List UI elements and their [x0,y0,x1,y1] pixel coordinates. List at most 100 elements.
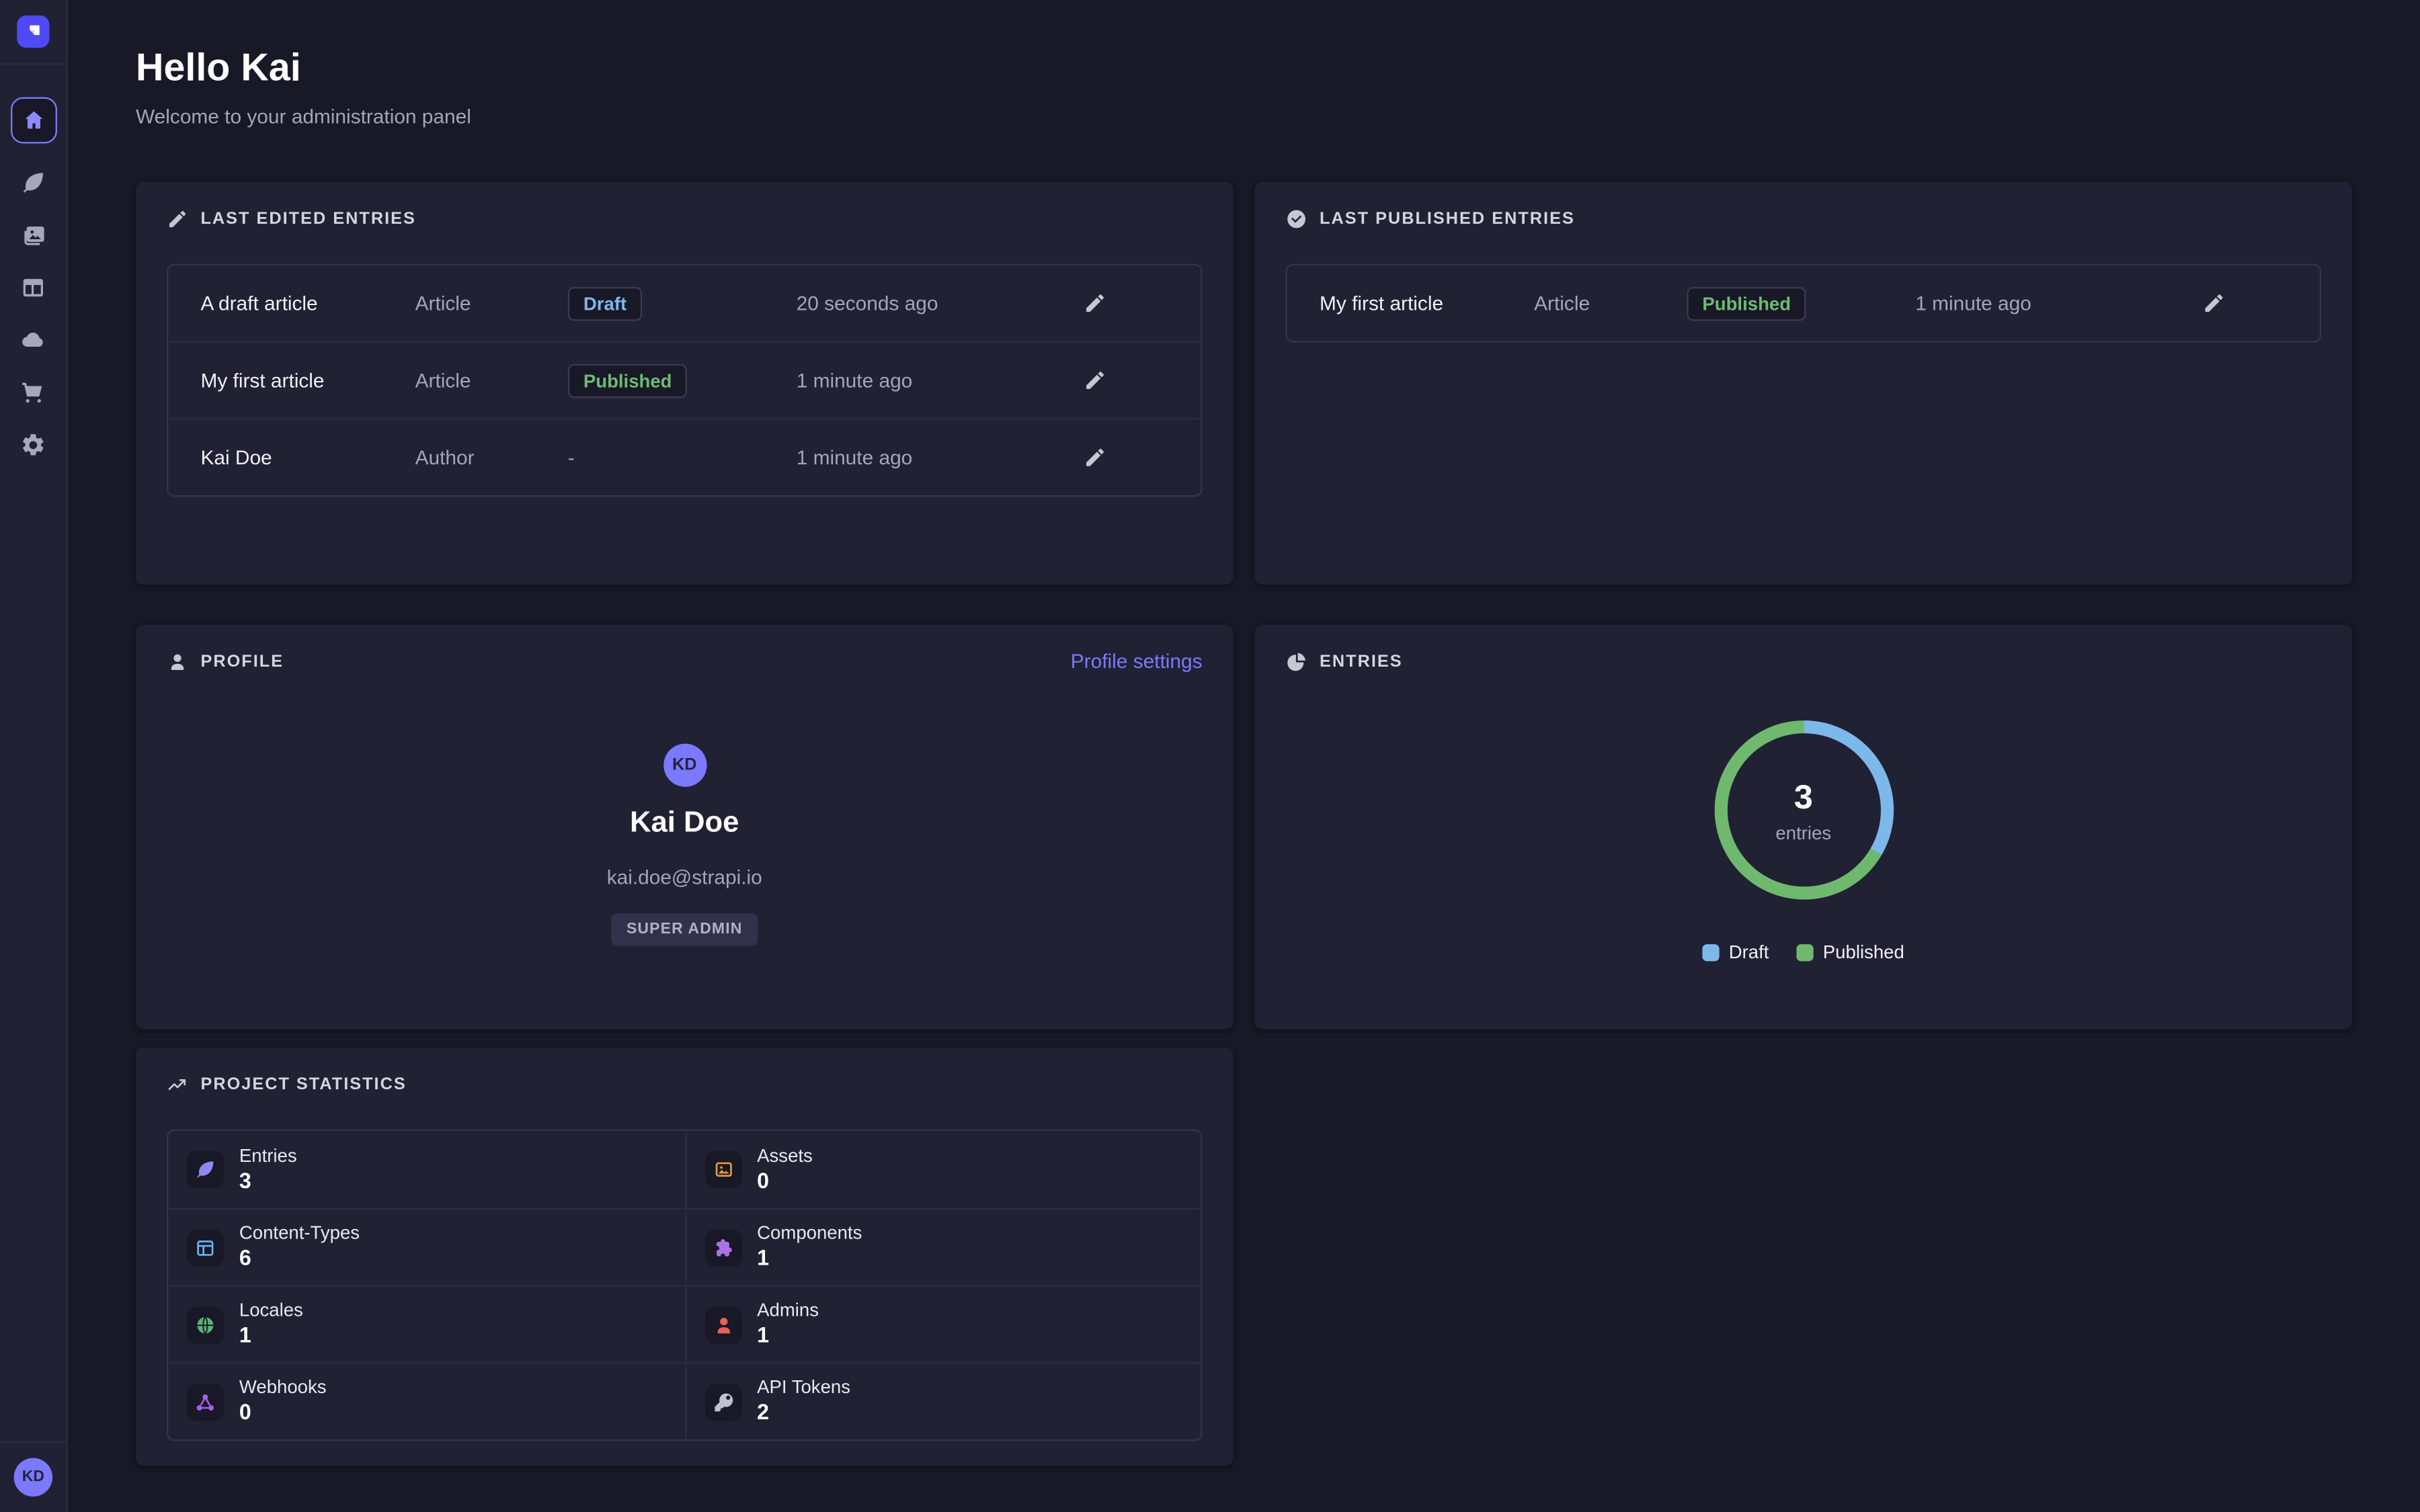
stat-admins: Admins1 [684,1286,1201,1363]
stats-grid: Entries3 Assets0 Content-Types6 Componen… [167,1130,1203,1441]
status-badge: Draft [568,286,642,321]
stat-value: 1 [757,1322,819,1349]
table-row: A draft article Article Draft 20 seconds… [168,265,1201,341]
sidebar-item-media-library[interactable] [20,222,46,249]
profile-card: PROFILE Profile settings KD Kai Doe kai.… [136,625,1233,1030]
sidebar-item-marketplace[interactable] [20,380,46,406]
table-row: My first article Article Published 1 min… [1287,265,2320,341]
cloud-icon [20,327,46,353]
entries-card: ENTRIES 3 entries Draft [1255,625,2352,1030]
stat-label: API Tokens [757,1377,850,1400]
stat-label: Components [757,1222,862,1245]
donut-center: 3 entries [1703,710,1904,910]
user-avatar[interactable]: KD [14,1458,52,1497]
last-published-entries-card: LAST PUBLISHED ENTRIES My first article … [1255,182,2352,585]
card-title: LAST PUBLISHED ENTRIES [1320,210,1575,228]
profile-body: KD Kai Doe kai.doe@strapi.io SUPER ADMIN [167,744,1203,946]
stat-label: Assets [757,1144,813,1167]
page-title: Hello Kai [136,46,471,91]
sidebar-item-deploy[interactable] [20,327,46,353]
key-icon [704,1383,741,1420]
entry-time: 1 minute ago [797,369,1084,392]
stat-value: 2 [757,1400,850,1427]
card-header: PROFILE Profile settings [167,651,1203,673]
viewport: KD Hello Kai Welcome to your administrat… [0,0,2420,1512]
card-header: LAST EDITED ENTRIES [167,208,1203,230]
stat-entries: Entries3 [168,1131,684,1208]
sidebar-divider-bottom [0,1441,67,1442]
stat-locales: Locales1 [168,1286,684,1363]
entries-count: 3 [1794,777,1813,817]
edit-entry-button[interactable] [1084,292,1106,314]
stat-value: 1 [757,1245,862,1272]
stat-content-types: Content-Types6 [168,1208,684,1286]
profile-avatar: KD [663,744,706,787]
sidebar-nav [10,97,56,458]
edit-entry-button[interactable] [1084,369,1106,392]
project-statistics-card: PROJECT STATISTICS Entries3 Assets0 Cont… [136,1048,1233,1466]
card-title: LAST EDITED ENTRIES [200,210,415,228]
entry-time: 1 minute ago [1915,292,2202,314]
feather-icon [187,1151,224,1188]
pencil-icon [1084,369,1106,392]
sidebar-item-settings[interactable] [20,432,46,458]
gear-icon [20,432,46,458]
entries-count-label: entries [1775,822,1831,843]
check-circle-icon [1286,208,1307,230]
table-row: Kai Doe Author - 1 minute ago [168,418,1201,495]
sidebar: KD [0,0,68,1512]
entry-type: Article [415,292,568,314]
webhook-icon [187,1383,224,1420]
strapi-logo[interactable] [17,15,49,48]
card-header: PROJECT STATISTICS [167,1074,1203,1095]
status-badge: Published [568,364,688,398]
edit-entry-button[interactable] [1084,446,1106,469]
entry-type: Author [415,446,568,469]
profile-email: kai.doe@strapi.io [607,866,762,888]
published-swatch [1797,943,1814,960]
status-empty: - [568,445,575,468]
stat-label: Admins [757,1300,819,1322]
pencil-icon [167,208,188,230]
entry-type: Article [1534,292,1687,314]
sidebar-divider-top [0,63,67,65]
home-icon [21,108,46,133]
role-badge: SUPER ADMIN [611,913,758,946]
cart-icon [20,380,46,406]
stat-value: 0 [239,1400,327,1427]
pie-chart-icon [1286,651,1307,673]
stat-label: Locales [239,1300,303,1322]
entry-time: 1 minute ago [797,446,1084,469]
sidebar-bottom: KD [0,1441,67,1512]
pencil-icon [1084,446,1106,469]
sidebar-item-content-type-builder[interactable] [20,275,46,301]
layout-icon [20,275,46,301]
stat-components: Components1 [684,1208,1201,1286]
user-icon [167,651,188,673]
sidebar-item-content-manager[interactable] [20,170,46,196]
stat-value: 6 [239,1245,360,1272]
legend-item-published: Published [1797,941,1904,963]
image-icon [704,1151,741,1188]
stat-api-tokens: API Tokens2 [684,1362,1201,1439]
card-title: PROFILE [200,653,284,671]
card-title: PROJECT STATISTICS [200,1075,406,1094]
entry-name: A draft article [200,292,415,314]
entry-name: My first article [200,369,415,392]
entry-name: Kai Doe [200,446,415,469]
profile-settings-link[interactable]: Profile settings [1071,650,1203,673]
globe-icon [187,1306,224,1343]
strapi-admin-dashboard: KD Hello Kai Welcome to your administrat… [0,0,2420,1512]
stat-value: 3 [239,1167,297,1194]
stat-label: Webhooks [239,1377,327,1400]
edit-entry-button[interactable] [2202,292,2225,314]
entries-chart: 3 entries Draft Published [1286,673,2322,963]
card-title: ENTRIES [1320,653,1403,671]
stat-webhooks: Webhooks0 [168,1362,684,1439]
sidebar-item-home[interactable] [10,97,56,144]
strapi-logo-icon [22,20,44,43]
stat-value: 0 [757,1167,813,1194]
pencil-icon [2202,292,2225,314]
chart-legend: Draft Published [1703,941,1904,963]
pencil-icon [1084,292,1106,314]
